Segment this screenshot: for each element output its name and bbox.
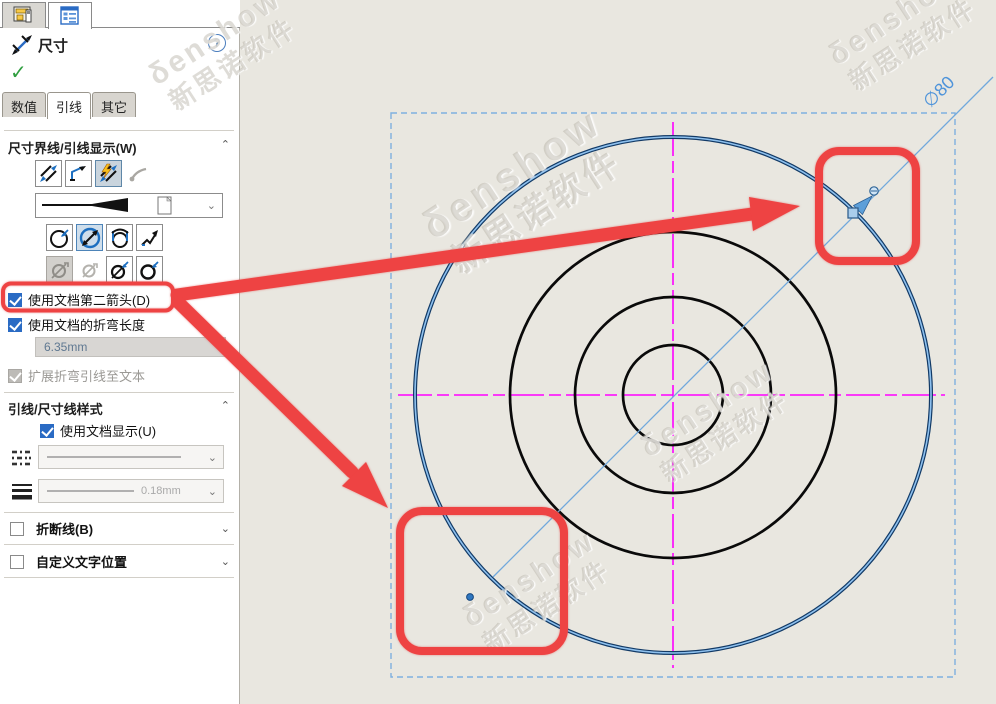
collapse-chevron-icon[interactable]: ⌃ xyxy=(221,138,230,151)
curved-leader-icon-disabled xyxy=(125,160,152,187)
dropdown-chevron-icon: ⌄ xyxy=(208,485,217,498)
second-arrow-row: 使用文档第二箭头(D) xyxy=(8,290,150,309)
arrow-style-preview xyxy=(36,195,186,216)
thickness-value: 0.18mm xyxy=(141,485,181,497)
section-leader-style[interactable]: 引线/尺寸线样式 ⌃ xyxy=(8,399,234,418)
use-doc-display-checkbox[interactable] xyxy=(40,424,54,438)
panel-tabstrip xyxy=(0,0,240,28)
circle-arrow-out-icon xyxy=(49,227,71,249)
doc-bend-length-checkbox[interactable] xyxy=(8,318,22,332)
second-arrow-label: 使用文档第二箭头(D) xyxy=(28,290,150,309)
extend-bent-checkbox xyxy=(8,369,22,383)
arrows-outside-button[interactable] xyxy=(35,160,62,187)
diameter-arrow-icon-disabled xyxy=(76,256,103,283)
diameter-arrow-icon xyxy=(49,259,71,281)
collapse-chevron-icon[interactable]: ⌃ xyxy=(221,399,230,412)
break-line-label: 折断线(B) xyxy=(36,519,93,538)
tab-other[interactable]: 其它 xyxy=(92,92,136,117)
dimension-icon xyxy=(10,33,34,57)
dimension-line[interactable] xyxy=(493,77,993,577)
smart-arrows-icon xyxy=(98,163,119,184)
tab-propertymanager[interactable] xyxy=(48,2,92,29)
tab-numeric[interactable]: 数值 xyxy=(2,92,46,117)
break-line-checkbox[interactable] xyxy=(10,522,24,536)
help-icon[interactable]: ? xyxy=(208,34,226,52)
arrow-square-handle[interactable] xyxy=(848,208,858,218)
zigzag-leader-button[interactable] xyxy=(136,224,163,251)
circle-jog-icon xyxy=(109,227,131,249)
tab-leaders[interactable]: 引线 xyxy=(47,92,91,119)
solidworks-dimension-ui: ∅80 δenshow新思诺软件 δenshow新思诺软件 δenshow新思诺… xyxy=(0,0,996,704)
diameter-symbol-button-disabled-pressed xyxy=(46,256,73,283)
line-thickness-icon xyxy=(8,478,35,505)
tab-flyout-featuremanager[interactable] xyxy=(2,2,46,28)
diameter-leader-outside-button[interactable] xyxy=(46,224,73,251)
extend-bent-label: 扩展折弯引线至文本 xyxy=(28,366,145,385)
custom-text-position-row: 自定义文字位置 ⌄ xyxy=(10,552,230,571)
leader-arrow-button[interactable] xyxy=(65,160,92,187)
second-arrow-dot-handle[interactable] xyxy=(467,594,474,601)
custom-text-position-label: 自定义文字位置 xyxy=(36,552,127,571)
line-style-icon xyxy=(8,444,35,471)
smart-arrows-button[interactable] xyxy=(95,160,122,187)
extend-bent-row: 扩展折弯引线至文本 xyxy=(8,366,145,385)
panel-header: 尺寸 ? xyxy=(0,32,238,58)
diameter-arrow-in-icon xyxy=(109,259,131,281)
panel-title: 尺寸 xyxy=(38,35,68,56)
circle-double-arrow-icon xyxy=(79,227,101,249)
drawing-canvas[interactable]: ∅80 xyxy=(240,0,996,704)
bend-length-input[interactable]: 6.35mm xyxy=(35,337,226,357)
drawing-geometry: ∅80 xyxy=(240,0,996,704)
dimension-text[interactable]: ∅80 xyxy=(919,72,958,111)
diameter-jogged-leader-button[interactable] xyxy=(106,224,133,251)
second-arrow-checkbox[interactable] xyxy=(8,293,22,307)
doc-bend-length-row: 使用文档的折弯长度 xyxy=(8,315,145,334)
dropdown-chevron-icon[interactable]: ⌄ xyxy=(207,199,216,212)
zigzag-arrow-icon xyxy=(139,227,161,249)
use-doc-display-label: 使用文档显示(U) xyxy=(60,421,156,440)
circle-arrow-in-icon xyxy=(139,259,161,281)
dropdown-chevron-icon: ⌄ xyxy=(208,451,217,464)
expand-chevron-icon[interactable]: ⌄ xyxy=(221,522,230,535)
diameter-arrow-in-button[interactable] xyxy=(106,256,133,283)
circle-arrow-in-button[interactable] xyxy=(136,256,163,283)
leader-arrow-icon xyxy=(68,163,89,184)
featuremanager-icon xyxy=(13,6,35,26)
section-witness-leader[interactable]: 尺寸界线/引线显示(W) ⌃ xyxy=(8,138,234,157)
use-doc-display-row: 使用文档显示(U) xyxy=(40,421,156,440)
propertymanager-icon xyxy=(59,6,81,26)
line-thickness-select: 0.18mm ⌄ xyxy=(38,479,224,503)
arrows-outside-icon xyxy=(38,163,59,184)
expand-chevron-icon[interactable]: ⌄ xyxy=(221,555,230,568)
line-style-select: ⌄ xyxy=(38,445,224,469)
doc-bend-length-label: 使用文档的折弯长度 xyxy=(28,315,145,334)
panel-subtabs: 数值 引线 其它 xyxy=(2,92,137,118)
diameter-leader-through-button[interactable] xyxy=(76,224,103,251)
custom-text-position-checkbox[interactable] xyxy=(10,555,24,569)
break-line-row: 折断线(B) ⌄ xyxy=(10,519,230,538)
propertymanager-panel: 尺寸 ? ✓ 数值 引线 其它 尺寸界线/引线显示(W) ⌃ xyxy=(0,0,240,704)
arrow-style-select[interactable]: ⌄ xyxy=(35,193,223,218)
confirm-check-icon[interactable]: ✓ xyxy=(10,60,27,85)
